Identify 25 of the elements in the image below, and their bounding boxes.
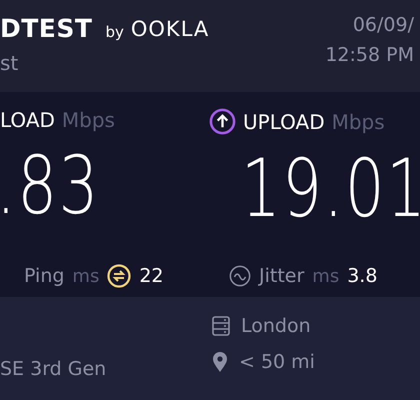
server-icon	[212, 316, 230, 336]
speed-value: .83	[0, 146, 101, 226]
unit-label: ms	[72, 266, 100, 286]
result-label: UPLOAD	[243, 110, 325, 134]
metric-value: 3.8	[347, 265, 378, 287]
device-name: SE 3rd Gen	[0, 358, 106, 380]
subtitle: st	[0, 51, 18, 75]
speed-value: 19.01	[241, 149, 420, 229]
server-distance: < 50 mi	[239, 351, 315, 373]
server-location: London	[241, 315, 311, 337]
test-date: 06/09/	[352, 14, 414, 36]
metric-label: Ping	[24, 265, 64, 287]
metric-label: Jitter	[259, 265, 304, 287]
metric-value: 22	[139, 265, 164, 287]
wave-icon	[229, 265, 251, 287]
brand-by: by	[105, 22, 124, 40]
unit-label: Mbps	[332, 110, 385, 134]
result-label: LOAD	[0, 108, 55, 132]
ping-arrows-icon	[107, 264, 132, 288]
company-name: OOKLA	[130, 16, 210, 40]
unit-label: ms	[312, 266, 340, 286]
location-pin-icon	[212, 352, 228, 372]
brand-name: DTEST	[0, 14, 92, 43]
test-time: 12:58 PM	[325, 44, 414, 66]
unit-label: Mbps	[62, 108, 115, 132]
